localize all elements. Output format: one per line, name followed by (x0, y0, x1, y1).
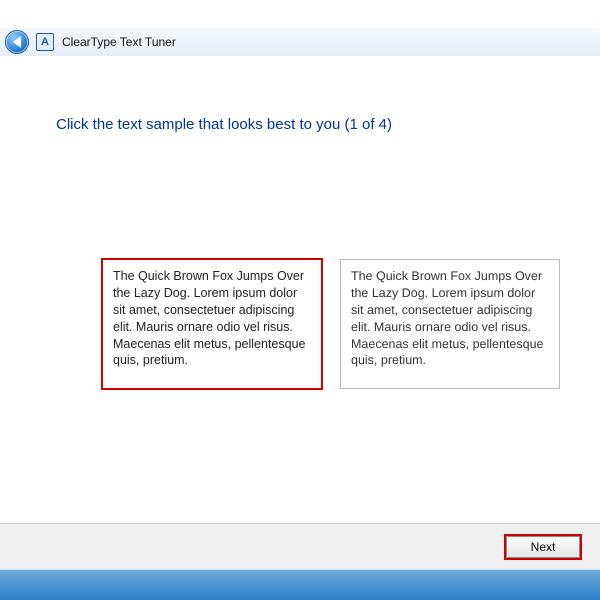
wizard-footer: Next (0, 523, 600, 570)
back-button[interactable] (6, 31, 28, 53)
window-title: ClearType Text Tuner (62, 35, 176, 49)
page-heading: Click the text sample that looks best to… (56, 116, 568, 133)
text-sample-2[interactable]: The Quick Brown Fox Jumps Over the Lazy … (340, 259, 560, 389)
title-bar: A ClearType Text Tuner (0, 28, 600, 57)
app-icon: A (36, 33, 54, 51)
aero-bottom-strip (0, 569, 600, 600)
next-button[interactable]: Next (506, 536, 580, 558)
wizard-content: Click the text sample that looks best to… (0, 56, 600, 570)
text-sample-row: The Quick Brown Fox Jumps Over the Lazy … (32, 259, 568, 389)
text-sample-1[interactable]: The Quick Brown Fox Jumps Over the Lazy … (102, 259, 322, 389)
window-root: A ClearType Text Tuner Click the text sa… (0, 0, 600, 600)
